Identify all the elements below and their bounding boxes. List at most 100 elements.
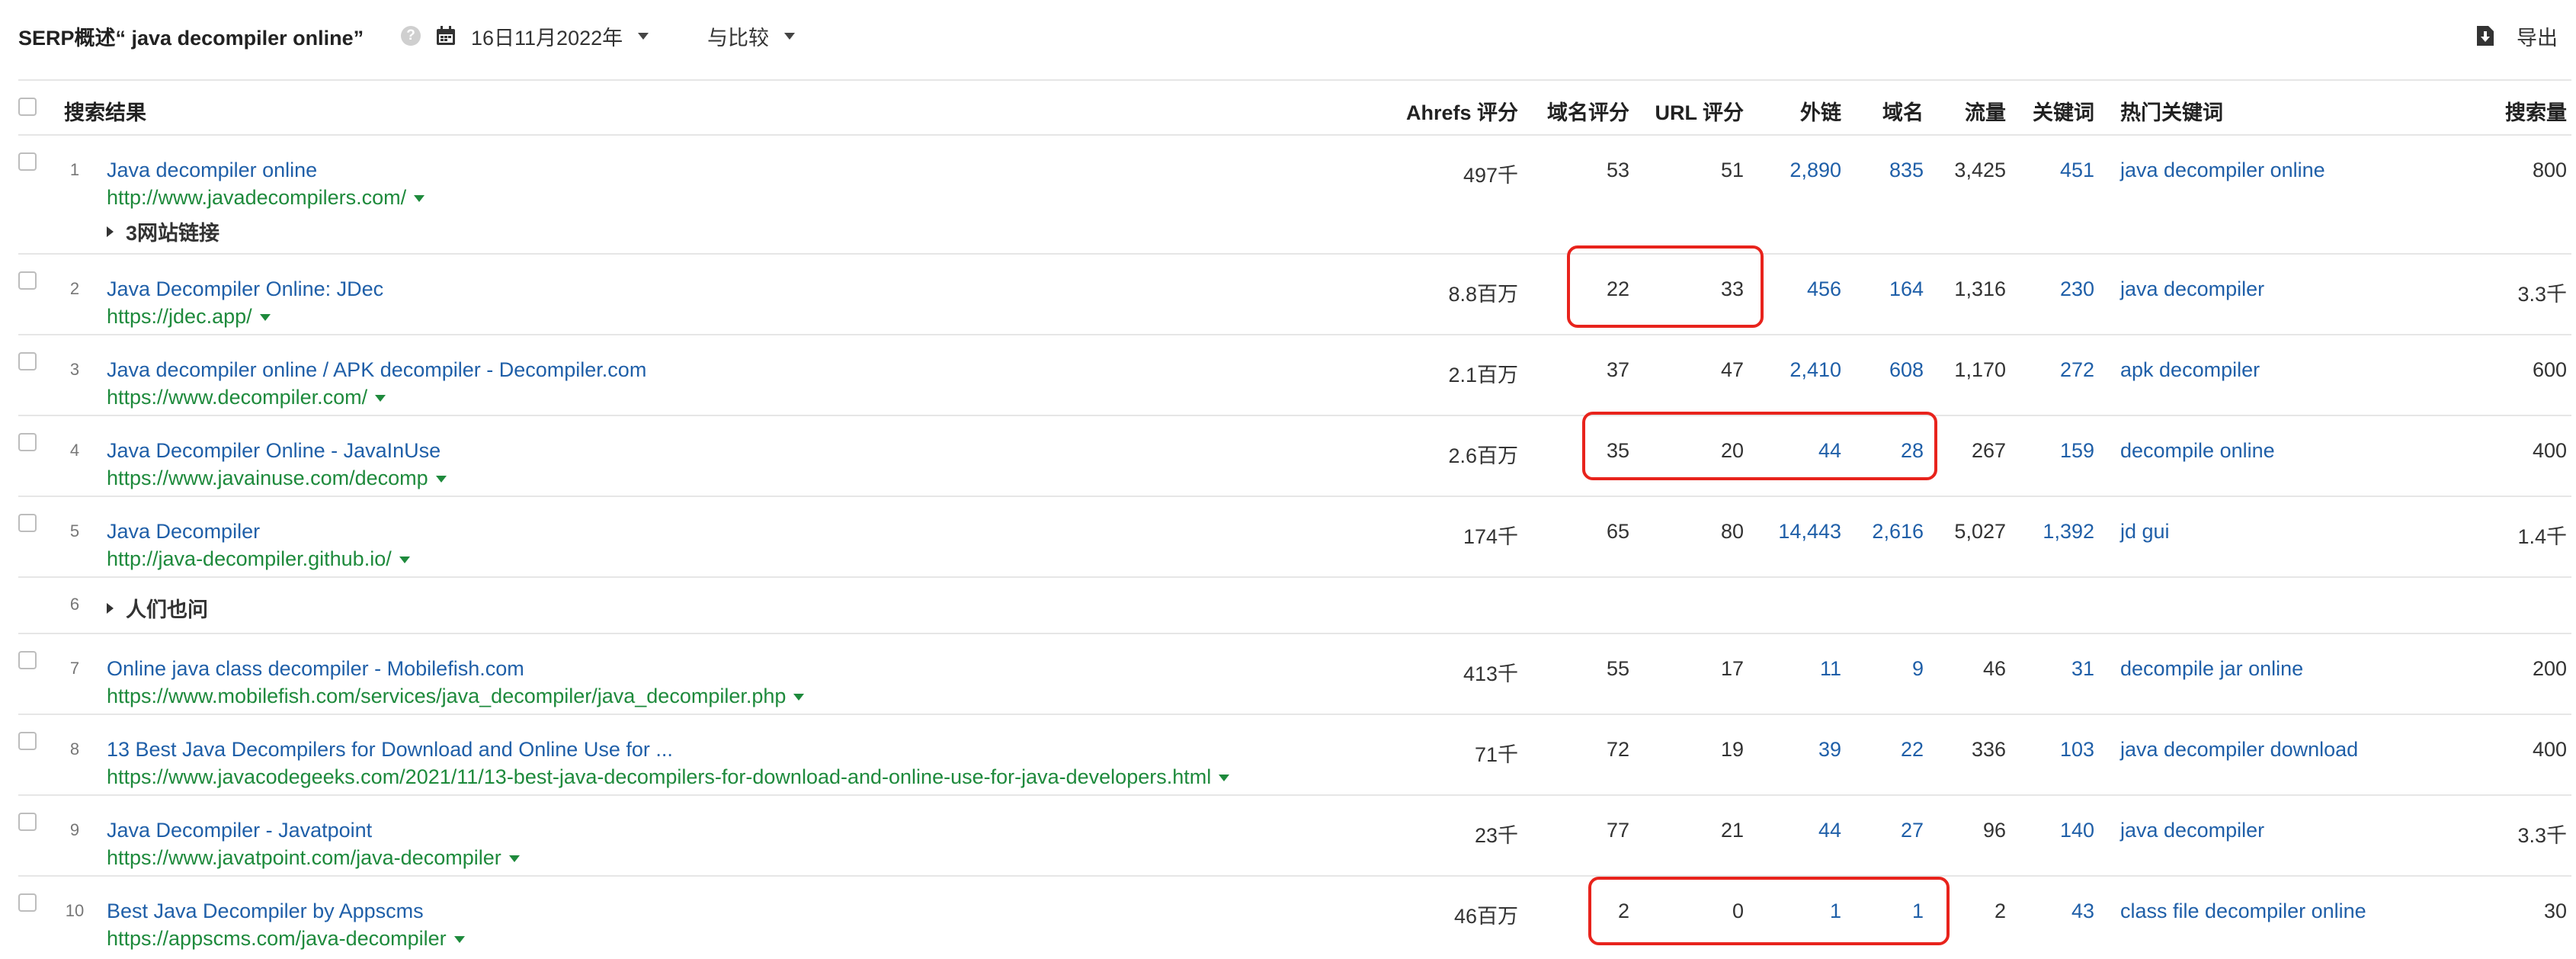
- date-selector[interactable]: 16日11月2022年: [434, 17, 649, 55]
- ref-domains-link[interactable]: 608: [1889, 358, 1924, 382]
- ref-domains-link[interactable]: 27: [1901, 819, 1924, 842]
- ref-domains-link[interactable]: 28: [1901, 439, 1924, 463]
- col-header-volume[interactable]: 搜索量: [2505, 96, 2567, 126]
- position-number: 9: [69, 820, 80, 839]
- result-url[interactable]: https://www.javacodegeeks.com/2021/11/13…: [107, 765, 1230, 789]
- question-circle-icon[interactable]: ?: [401, 26, 421, 46]
- position-number: 3: [69, 360, 80, 379]
- keywords-link[interactable]: 1,392: [2043, 520, 2094, 544]
- ref-domains-link[interactable]: 2,616: [1872, 520, 1924, 544]
- result-url[interactable]: https://www.javatpoint.com/java-decompil…: [107, 846, 520, 870]
- keywords-link[interactable]: 451: [2060, 159, 2094, 182]
- row-checkbox[interactable]: [18, 271, 37, 290]
- result-url[interactable]: https://jdec.app/: [107, 305, 271, 329]
- row-checkbox[interactable]: [18, 732, 37, 750]
- keywords-link[interactable]: 140: [2060, 819, 2094, 842]
- top-keyword-link[interactable]: class file decompiler online: [2120, 900, 2366, 923]
- backlinks-link[interactable]: 456: [1807, 277, 1841, 301]
- ref-domains-link[interactable]: 164: [1889, 277, 1924, 301]
- top-keyword-link[interactable]: apk decompiler: [2120, 358, 2260, 382]
- keywords-link[interactable]: 43: [2071, 900, 2094, 923]
- row-checkbox[interactable]: [18, 813, 37, 831]
- keywords-link[interactable]: 31: [2071, 657, 2094, 681]
- backlinks-link[interactable]: 39: [1818, 738, 1841, 762]
- sitelinks-label: 3网站链接: [126, 222, 220, 245]
- keywords-link[interactable]: 230: [2060, 277, 2094, 301]
- traffic-value: 1,170: [1954, 358, 2006, 381]
- result-url[interactable]: https://appscms.com/java-decompiler: [107, 927, 465, 951]
- url-rating: 0: [1732, 900, 1744, 922]
- result-url[interactable]: https://www.decompiler.com/: [107, 386, 386, 409]
- col-header-dr[interactable]: 域名评分: [1547, 96, 1629, 126]
- caret-right-icon: [107, 602, 114, 614]
- row-checkbox[interactable]: [18, 433, 37, 451]
- result-title-link[interactable]: Java Decompiler: [107, 520, 260, 544]
- ref-domains-link[interactable]: 9: [1912, 657, 1924, 681]
- result-title-link[interactable]: Java decompiler online: [107, 159, 317, 182]
- row-checkbox[interactable]: [18, 352, 37, 370]
- result-url[interactable]: https://www.mobilefish.com/services/java…: [107, 685, 805, 708]
- export-button[interactable]: 导出: [2475, 17, 2558, 55]
- result-title-link[interactable]: Java decompiler online / APK decompiler …: [107, 358, 646, 382]
- top-keyword-link[interactable]: java decompiler online: [2120, 159, 2325, 182]
- backlinks-link[interactable]: 44: [1818, 819, 1841, 842]
- backlinks-link[interactable]: 1: [1830, 900, 1841, 923]
- keywords-link[interactable]: 272: [2060, 358, 2094, 382]
- ref-domains-link[interactable]: 1: [1912, 900, 1924, 923]
- backlinks-link[interactable]: 2,890: [1789, 159, 1841, 182]
- people-also-ask-expander[interactable]: 人们也问: [107, 593, 208, 623]
- keywords-link[interactable]: 159: [2060, 439, 2094, 463]
- row-checkbox[interactable]: [18, 651, 37, 669]
- table-row: 7 Online java class decompiler - Mobilef…: [18, 634, 2571, 715]
- url-text: https://www.javacodegeeks.com/2021/11/13…: [107, 765, 1212, 788]
- col-header-ur[interactable]: URL 评分: [1655, 96, 1744, 126]
- col-header-keywords[interactable]: 关键词: [2033, 96, 2094, 126]
- table-row: 1 Java decompiler online http://www.java…: [18, 136, 2571, 255]
- result-url[interactable]: http://www.javadecompilers.com/: [107, 186, 425, 210]
- compare-selector[interactable]: 与比较: [707, 17, 795, 55]
- top-keyword-link[interactable]: java decompiler download: [2120, 738, 2358, 762]
- result-url[interactable]: https://www.javainuse.com/decomp: [107, 467, 447, 490]
- result-title-link[interactable]: Java Decompiler Online: JDec: [107, 277, 383, 301]
- backlinks-link[interactable]: 11: [1820, 657, 1841, 681]
- select-all-checkbox[interactable]: [18, 98, 37, 116]
- ahrefs-rank: 71千: [1474, 743, 1518, 766]
- result-title-link[interactable]: Java Decompiler - Javatpoint: [107, 819, 372, 842]
- url-text: https://www.decompiler.com/: [107, 386, 368, 409]
- keywords-link[interactable]: 103: [2060, 738, 2094, 762]
- row-checkbox[interactable]: [18, 514, 37, 532]
- result-title-link[interactable]: Best Java Decompiler by Appscms: [107, 900, 424, 923]
- ref-domains-link[interactable]: 22: [1901, 738, 1924, 762]
- col-header-ahrefs-rank[interactable]: Ahrefs 评分: [1406, 96, 1518, 126]
- traffic-value: 46: [1982, 657, 2006, 680]
- backlinks-link[interactable]: 14,443: [1778, 520, 1841, 544]
- url-rating: 20: [1720, 439, 1744, 462]
- col-header-traffic[interactable]: 流量: [1965, 96, 2006, 126]
- backlinks-link[interactable]: 44: [1818, 439, 1841, 463]
- result-title-link[interactable]: Java Decompiler Online - JavaInUse: [107, 439, 441, 463]
- top-keyword-link[interactable]: decompile online: [2120, 439, 2275, 463]
- top-keyword-link[interactable]: jd gui: [2120, 520, 2170, 544]
- top-keyword-link[interactable]: decompile jar online: [2120, 657, 2303, 681]
- top-keyword-link[interactable]: java decompiler: [2120, 277, 2264, 301]
- row-checkbox[interactable]: [18, 152, 37, 171]
- download-icon: [2477, 26, 2494, 46]
- domain-rating: 37: [1606, 358, 1629, 381]
- domain-rating: 2: [1617, 900, 1629, 922]
- row-checkbox[interactable]: [18, 893, 37, 912]
- col-header-backlinks[interactable]: 外链: [1800, 96, 1841, 126]
- result-title-link[interactable]: Online java class decompiler - Mobilefis…: [107, 657, 524, 681]
- ref-domains-link[interactable]: 835: [1889, 159, 1924, 182]
- top-keyword-link[interactable]: java decompiler: [2120, 819, 2264, 842]
- search-volume: 800: [2532, 159, 2567, 181]
- col-header-ref-domains[interactable]: 域名: [1882, 96, 1924, 126]
- result-title-link[interactable]: 13 Best Java Decompilers for Download an…: [107, 738, 673, 762]
- position-number: 10: [65, 901, 85, 920]
- sitelinks-expander[interactable]: 3网站链接: [107, 216, 219, 246]
- search-volume: 1.4千: [2517, 525, 2567, 548]
- col-header-result: 搜索结果: [64, 101, 146, 124]
- position-number: 5: [69, 521, 80, 540]
- result-url[interactable]: http://java-decompiler.github.io/: [107, 547, 410, 571]
- url-text: https://www.javainuse.com/decomp: [107, 467, 428, 489]
- backlinks-link[interactable]: 2,410: [1789, 358, 1841, 382]
